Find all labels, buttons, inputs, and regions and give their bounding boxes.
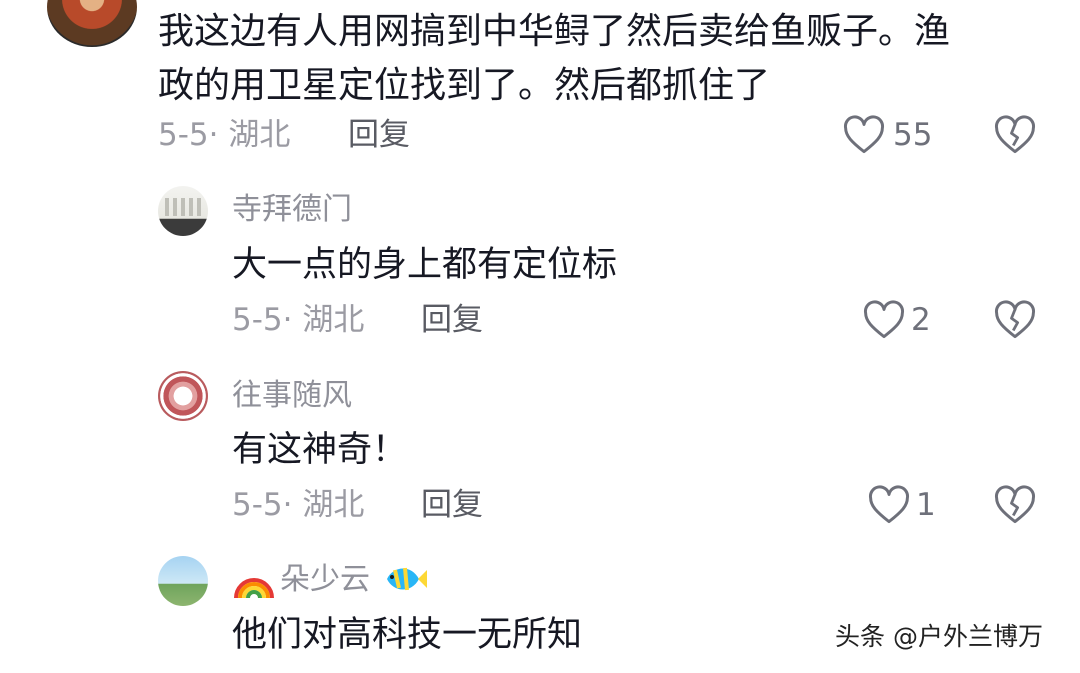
- reply-button[interactable]: 回复: [421, 300, 483, 340]
- like-count: 55: [893, 117, 933, 153]
- reply-date-location: 5-5· 湖北: [232, 302, 365, 338]
- tropical-fish-emoji: [387, 567, 427, 591]
- heart-outline-icon[interactable]: [863, 300, 905, 340]
- username[interactable]: 往事随风: [232, 376, 352, 416]
- avatar[interactable]: [158, 186, 208, 236]
- comment-date-location: 5-5· 湖北: [158, 117, 291, 153]
- reply-button[interactable]: 回复: [348, 115, 410, 155]
- comment-text: 我这边有人用网搞到中华鲟了然后卖给鱼贩子。渔 政的用卫星定位找到了。然后都抓住了: [158, 11, 951, 106]
- reply-text: 有这神奇！: [232, 430, 408, 470]
- reply-button[interactable]: 回复: [421, 485, 483, 525]
- avatar[interactable]: [47, 0, 137, 47]
- watermark: 头条 @户外兰博万: [835, 622, 1043, 651]
- broken-heart-icon[interactable]: [994, 115, 1036, 155]
- reply-text: 他们对高科技一无所知: [232, 615, 583, 655]
- broken-heart-icon[interactable]: [994, 300, 1036, 340]
- heart-outline-icon[interactable]: [843, 115, 885, 155]
- comment-thread: 我这边有人用网搞到中华鲟了然后卖给鱼贩子。渔 政的用卫星定位找到了。然后都抓住了…: [0, 0, 1080, 673]
- reply-date-location: 5-5· 湖北: [232, 487, 365, 523]
- rainbow-emoji: [234, 578, 274, 599]
- broken-heart-icon[interactable]: [994, 485, 1036, 525]
- heart-outline-icon[interactable]: [868, 485, 910, 525]
- reply-text: 大一点的身上都有定位标: [232, 245, 618, 285]
- like-count: 2: [911, 302, 931, 338]
- username[interactable]: 寺拜德门: [232, 190, 352, 230]
- username[interactable]: 朵少云: [280, 560, 370, 600]
- avatar[interactable]: [158, 556, 208, 606]
- avatar[interactable]: [158, 371, 208, 421]
- like-count: 1: [916, 487, 936, 523]
